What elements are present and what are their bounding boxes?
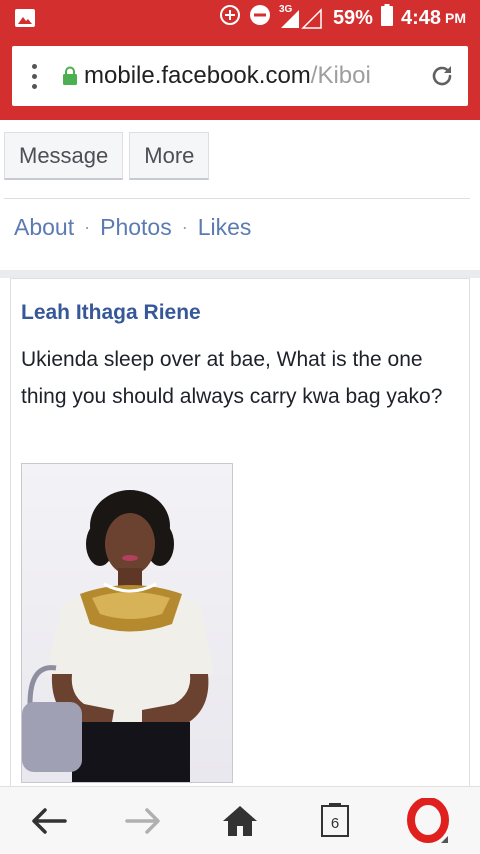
clock-ampm: PM [445, 10, 466, 26]
network-type-label: 3G [278, 4, 293, 15]
about-link[interactable]: About [14, 214, 74, 241]
gallery-icon [14, 8, 36, 28]
address-bar[interactable]: mobile.facebook.com/Kiboi [12, 46, 468, 106]
url-text[interactable]: mobile.facebook.com/Kiboi [84, 62, 416, 90]
opera-icon[interactable] [394, 787, 464, 854]
post-text: Ukienda sleep over at bae, What is the o… [21, 348, 443, 408]
bottom-navigation: 6 [0, 786, 480, 854]
reload-icon[interactable] [416, 46, 468, 106]
lock-icon[interactable] [56, 46, 84, 106]
add-circle-icon [219, 4, 241, 32]
url-path: /Kiboi [310, 62, 371, 89]
likes-link[interactable]: Likes [198, 214, 252, 241]
link-separator: · [84, 217, 91, 237]
link-separator: · [181, 217, 188, 237]
post-photo[interactable] [21, 463, 233, 783]
divider [4, 198, 470, 199]
tab-count: 6 [330, 814, 340, 832]
url-domain: mobile.facebook.com [84, 62, 311, 89]
more-button[interactable]: More [129, 132, 210, 180]
page-content: Message More About · Photos · Likes Leah… [0, 120, 480, 786]
clock-time: 4:48 [400, 6, 441, 29]
menu-dots-icon[interactable] [12, 46, 56, 106]
signal-icon: 3G [278, 4, 325, 30]
tabs-icon[interactable]: 6 [300, 787, 370, 854]
battery-icon [380, 4, 393, 32]
home-icon[interactable] [205, 787, 275, 854]
back-icon[interactable] [14, 787, 84, 854]
section-divider [0, 270, 480, 278]
dnd-icon [249, 4, 271, 32]
photos-link[interactable]: Photos [100, 214, 172, 241]
post-author-link[interactable]: Leah Ithaga Riene [21, 301, 201, 325]
profile-actions: Message More [4, 132, 210, 180]
post-card: Leah Ithaga Riene Ukienda sleep over at … [10, 278, 470, 786]
battery-percent: 59% [332, 6, 373, 29]
status-bar: 3G 59% 4:48 PM [0, 0, 480, 36]
profile-nav-links: About · Photos · Likes [14, 214, 251, 241]
forward-icon[interactable] [108, 787, 178, 854]
browser-toolbar: mobile.facebook.com/Kiboi [0, 36, 480, 120]
message-button[interactable]: Message [4, 132, 124, 180]
